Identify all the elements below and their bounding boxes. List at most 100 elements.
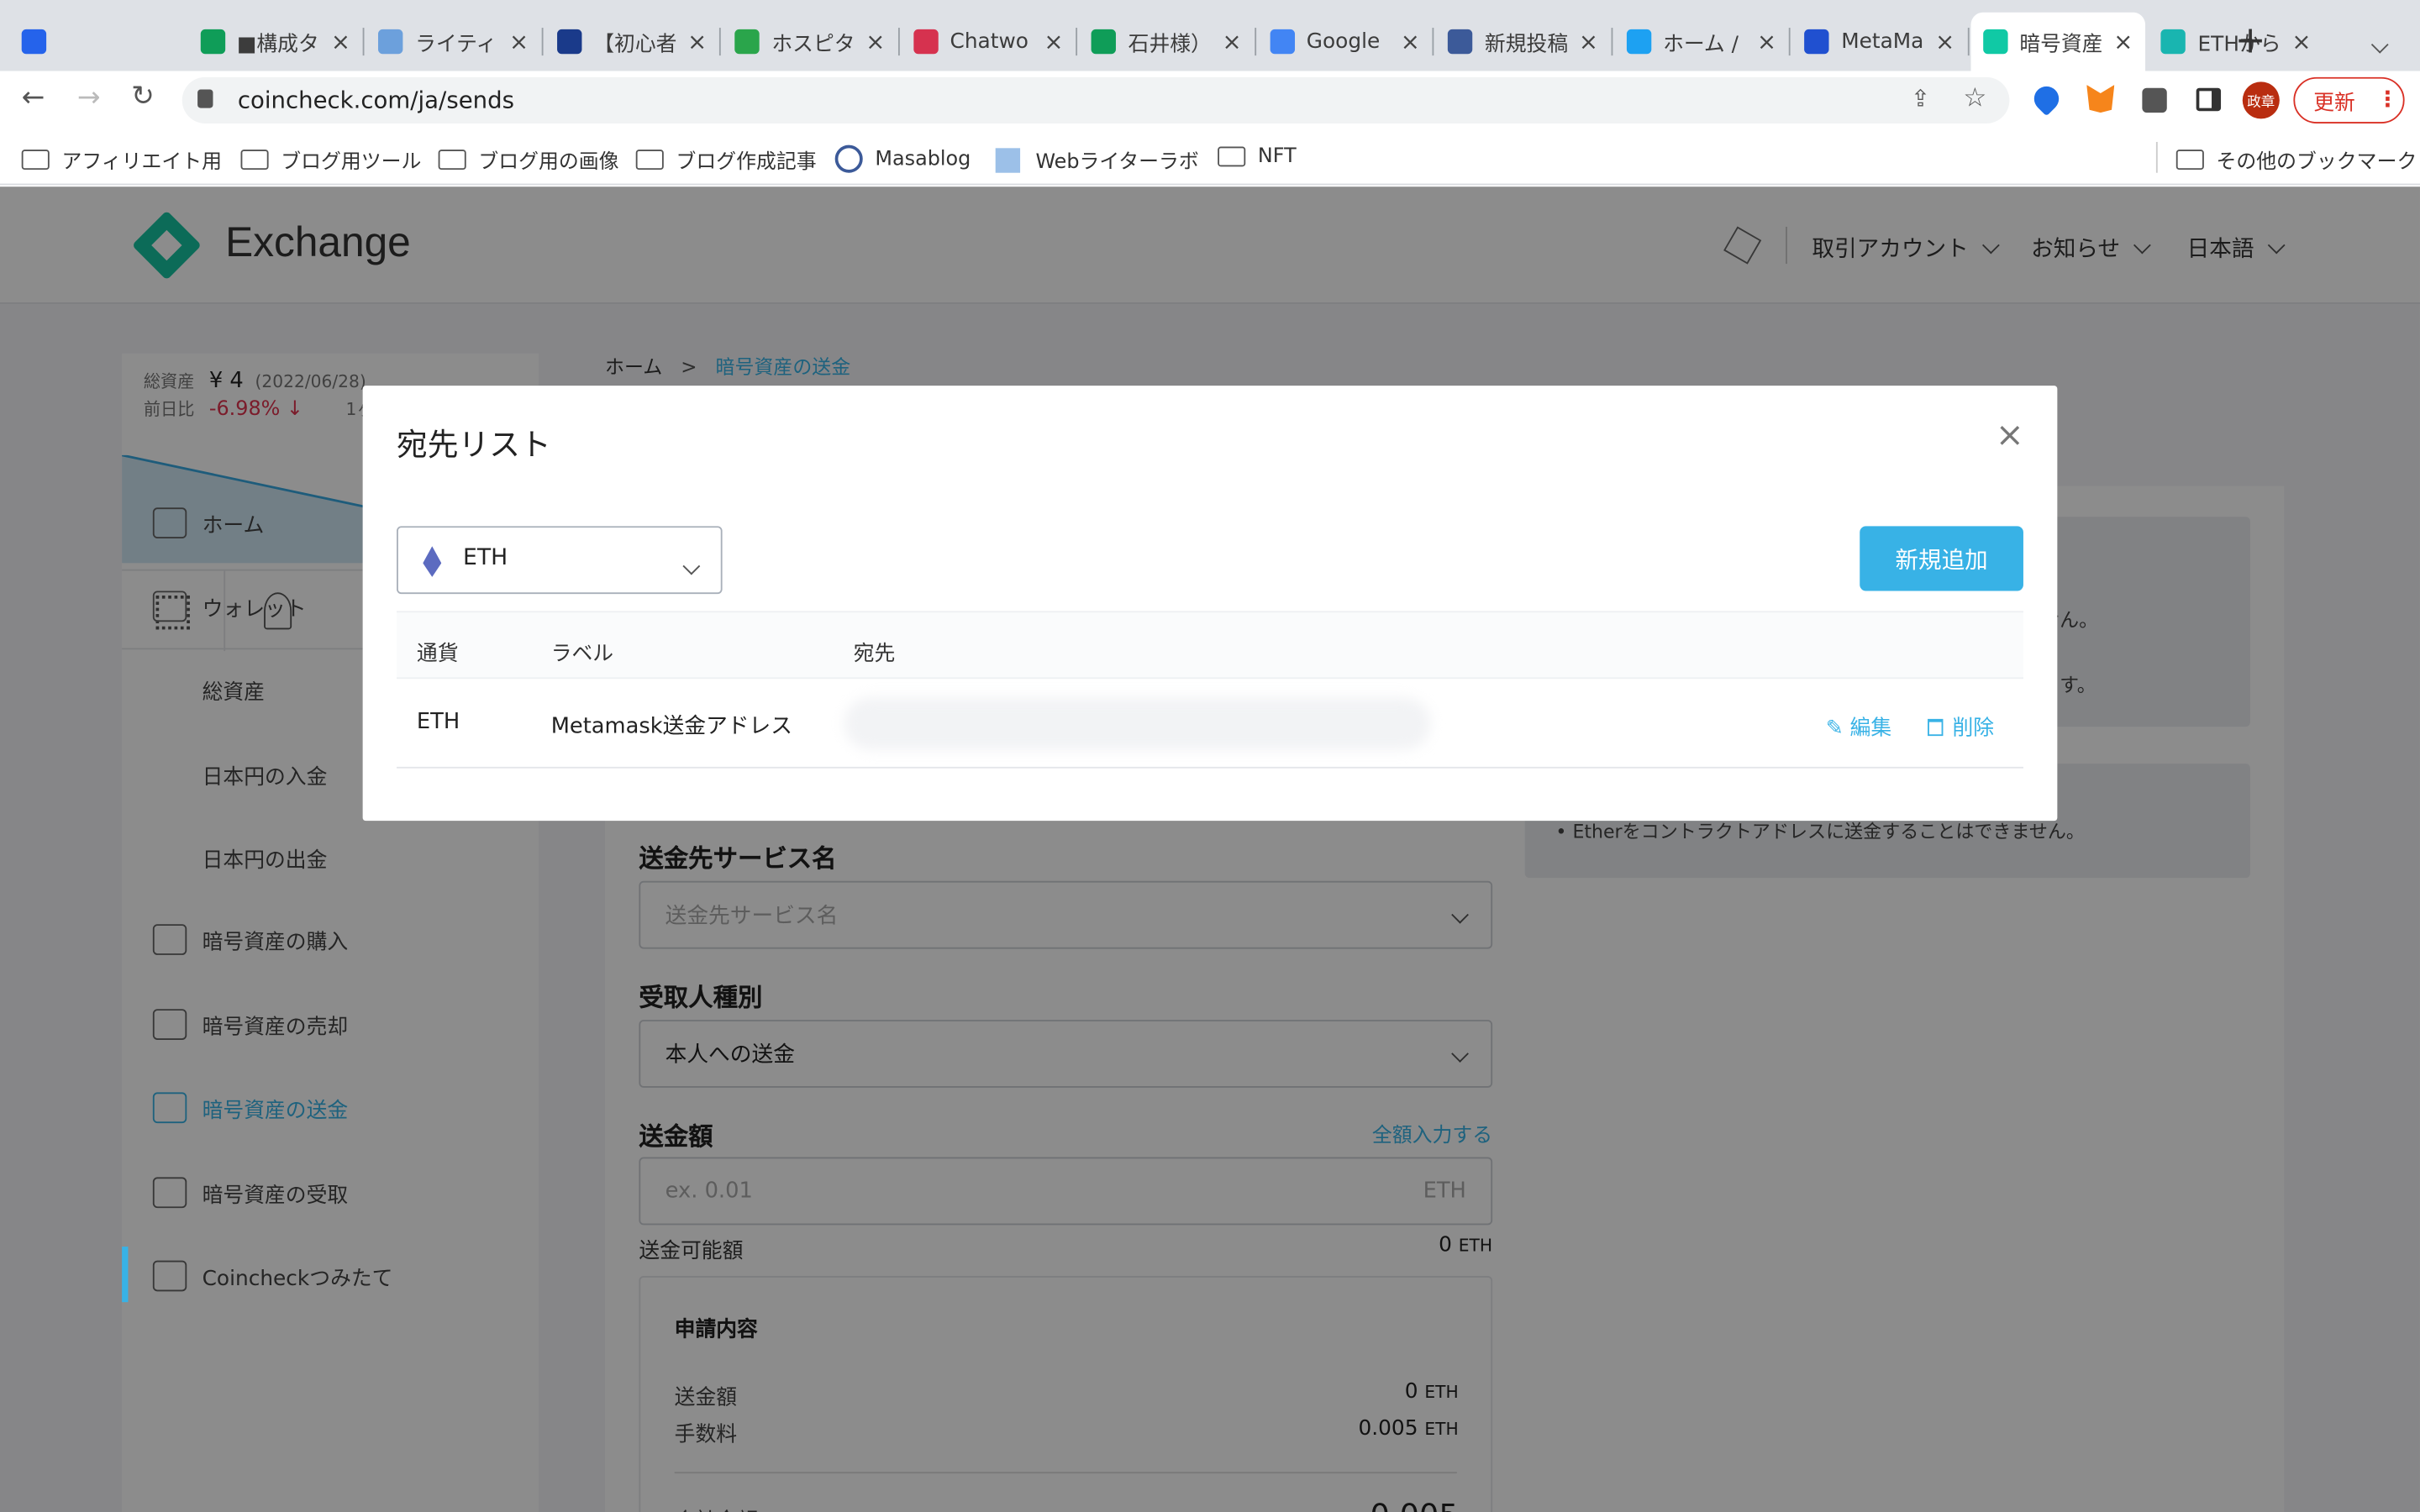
bookmark-item[interactable]: ブログ用ツール bbox=[240, 145, 422, 175]
extensions-puzzle-icon[interactable] bbox=[2142, 87, 2167, 113]
delete-button[interactable]: 削除 bbox=[1928, 710, 1994, 741]
bookmark-label: アフィリエイト用 bbox=[61, 150, 223, 175]
browser-tab[interactable]: ホーム / × bbox=[1613, 13, 1788, 71]
other-bookmarks-label: その他のブックマーク bbox=[2216, 150, 2417, 175]
folder-icon bbox=[635, 150, 664, 171]
chevron-down-icon bbox=[682, 549, 701, 579]
address-bar[interactable]: coincheck.com/ja/sends ⇪ ☆ bbox=[182, 76, 2010, 123]
browser-tab[interactable]: 【初心者 × bbox=[544, 13, 718, 71]
edit-label: 編集 bbox=[1849, 716, 1892, 741]
browser-tab[interactable]: ライティ × bbox=[366, 13, 540, 71]
browser-tab[interactable]: MetaMa × bbox=[1791, 13, 1966, 71]
tab-separator bbox=[1076, 28, 1078, 56]
close-tab-icon[interactable]: × bbox=[687, 28, 707, 55]
browser-toolbar: ← → ↻ coincheck.com/ja/sends ⇪ ☆ 政章 更新 ⋮ bbox=[0, 71, 2420, 130]
favicon-icon bbox=[199, 29, 225, 55]
close-tab-icon[interactable]: × bbox=[865, 28, 885, 55]
bookmark-label: ブログ作成記事 bbox=[676, 150, 817, 175]
folder-icon bbox=[1218, 146, 1246, 167]
metamask-fox-icon[interactable] bbox=[2086, 85, 2115, 113]
tab-title: Google bbox=[1306, 29, 1381, 55]
favicon-icon bbox=[1447, 29, 1473, 55]
tab-separator bbox=[1788, 28, 1791, 56]
close-tab-icon[interactable]: × bbox=[1757, 28, 1776, 55]
tab-title: 【初心者 bbox=[593, 32, 677, 57]
tab-separator bbox=[1610, 28, 1612, 56]
bookmark-item[interactable]: ブログ用の画像 bbox=[438, 145, 619, 175]
tab-title: ホーム / bbox=[1663, 32, 1739, 57]
close-tab-icon[interactable]: × bbox=[331, 28, 350, 55]
browser-tab[interactable]: Google × bbox=[1257, 13, 1432, 71]
close-tab-icon[interactable]: × bbox=[2291, 28, 2311, 55]
currency-select-value: ETH bbox=[463, 546, 508, 571]
reload-icon[interactable]: ↻ bbox=[131, 81, 155, 113]
bookmark-item[interactable]: Masablog bbox=[834, 144, 971, 173]
tab-separator bbox=[362, 28, 365, 56]
tab-title: ホスピタ bbox=[771, 32, 855, 57]
folder-icon bbox=[438, 150, 466, 171]
active-indicator bbox=[122, 1247, 129, 1303]
profile-avatar[interactable]: 政章 bbox=[2242, 81, 2280, 119]
more-menu-icon: ⋮ bbox=[2376, 87, 2399, 113]
browser-tab[interactable]: 石井様） × bbox=[1079, 13, 1254, 71]
currency-select[interactable]: ETH bbox=[397, 526, 723, 595]
tab-title: ライティ bbox=[415, 32, 497, 57]
side-panel-icon[interactable] bbox=[2196, 87, 2222, 112]
close-tab-icon[interactable]: × bbox=[1223, 28, 1242, 55]
bookmark-item[interactable]: NFT bbox=[1218, 144, 1297, 169]
folder-icon bbox=[2175, 150, 2204, 171]
close-tab-icon[interactable]: × bbox=[1935, 28, 1954, 55]
browser-tab[interactable] bbox=[9, 13, 71, 71]
close-tab-icon[interactable]: × bbox=[2113, 28, 2133, 55]
tab-separator bbox=[1966, 28, 1969, 56]
update-button[interactable]: 更新 ⋮ bbox=[2293, 76, 2405, 123]
add-new-button[interactable]: 新規追加 bbox=[1860, 526, 2023, 591]
other-bookmarks[interactable]: その他のブックマーク bbox=[2175, 145, 2417, 175]
delete-label: 削除 bbox=[1952, 716, 1995, 741]
row-label: Metamask送金アドレス bbox=[550, 714, 792, 739]
edit-button[interactable]: ✎ 編集 bbox=[1826, 710, 1892, 741]
table-header: 通貨 ラベル 宛先 bbox=[397, 611, 2023, 680]
new-tab-button[interactable]: + bbox=[2235, 18, 2266, 61]
browser-tab[interactable]: 新規投稿 × bbox=[1435, 13, 1610, 71]
bookmarks-divider bbox=[2155, 141, 2158, 173]
favicon-icon bbox=[1625, 29, 1651, 55]
close-tab-icon[interactable]: × bbox=[1044, 28, 1063, 55]
tab-separator bbox=[718, 28, 721, 56]
browser-tab[interactable]: 暗号資産 × bbox=[1970, 12, 2146, 71]
bookmark-label: ブログ用ツール bbox=[281, 150, 422, 175]
bookmark-star-icon[interactable]: ☆ bbox=[1963, 83, 1986, 114]
row-address-redacted bbox=[844, 697, 1431, 750]
close-tab-icon[interactable]: × bbox=[1579, 28, 1598, 55]
share-icon[interactable]: ⇪ bbox=[1911, 85, 1930, 113]
ethereum-icon bbox=[423, 546, 442, 577]
bookmark-label: ブログ用の画像 bbox=[478, 150, 619, 175]
close-tab-icon[interactable]: × bbox=[1401, 28, 1420, 55]
bookmark-item[interactable]: Webライターラボ bbox=[995, 145, 1199, 175]
browser-tab[interactable]: ホスピタ × bbox=[723, 13, 897, 71]
favicon-icon bbox=[1269, 29, 1295, 55]
tab-title: ■構成タ bbox=[236, 32, 319, 57]
tab-separator bbox=[897, 28, 899, 56]
bookmark-label: Webライターラボ bbox=[1035, 150, 1199, 175]
row-currency: ETH bbox=[416, 709, 460, 735]
forward-icon[interactable]: → bbox=[77, 81, 101, 114]
bookmark-label: NFT bbox=[1257, 144, 1297, 169]
extension-icon-heart[interactable] bbox=[2028, 81, 2065, 117]
wordpress-icon bbox=[834, 144, 863, 173]
favicon-icon bbox=[1804, 29, 1829, 55]
tab-title: 石井様） bbox=[1128, 32, 1212, 57]
close-icon[interactable]: × bbox=[1996, 417, 2024, 455]
close-tab-icon[interactable]: × bbox=[509, 28, 529, 55]
back-icon[interactable]: ← bbox=[22, 81, 45, 114]
tab-search-icon[interactable] bbox=[2370, 28, 2389, 57]
favicon-icon bbox=[556, 29, 581, 55]
bookmark-item[interactable]: ブログ作成記事 bbox=[635, 145, 817, 175]
tab-title: 新規投稿 bbox=[1484, 32, 1569, 57]
update-label: 更新 bbox=[2313, 91, 2355, 116]
tab-strip: ■構成タ × ライティ × 【初心者 × ホスピタ × Chatwo × 石井様） × Google × 新… bbox=[0, 0, 2420, 71]
browser-tab[interactable]: ■構成タ × bbox=[187, 13, 362, 71]
browser-tab[interactable]: Chatwo × bbox=[901, 13, 1076, 71]
bookmark-item[interactable]: アフィリエイト用 bbox=[21, 145, 223, 175]
address-table: 通貨 ラベル 宛先 ETH Metamask送金アドレス ✎ 編集 削除 bbox=[397, 611, 2023, 769]
